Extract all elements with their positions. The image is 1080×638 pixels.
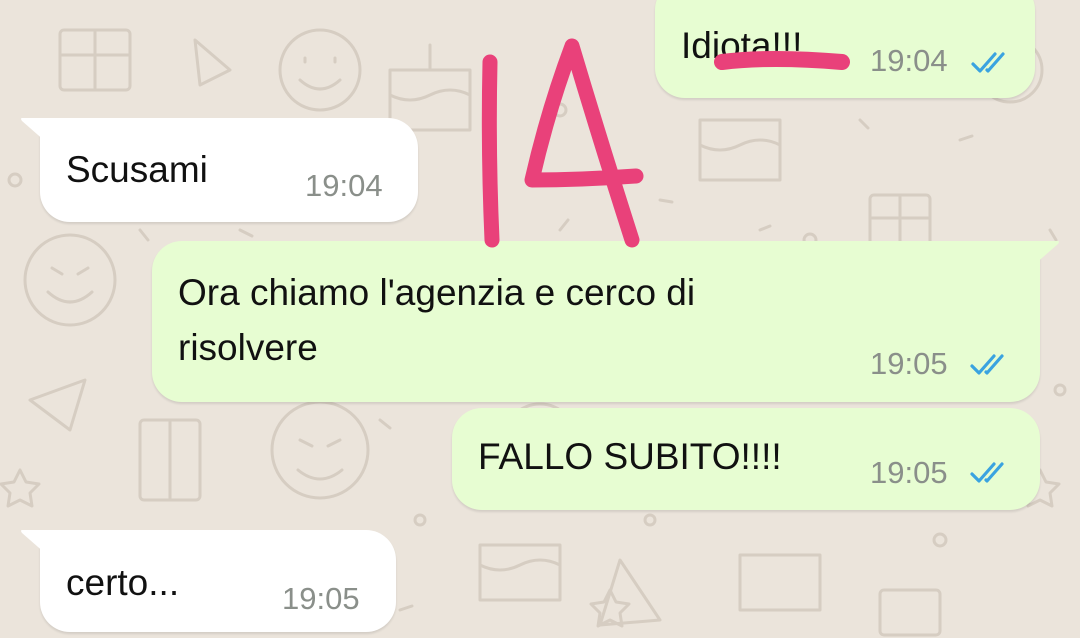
double-check-read-icon <box>971 52 1005 73</box>
message-time: 19:04 <box>870 43 948 78</box>
message-text: FALLO SUBITO!!!! <box>478 436 782 477</box>
message-text: Scusami <box>66 149 208 190</box>
message-incoming-2[interactable]: certo... 19:05 <box>21 530 396 632</box>
message-text: Ora chiamo l'agenzia e cerco di risolver… <box>178 272 696 368</box>
double-check-read-icon <box>970 354 1004 375</box>
message-time: 19:05 <box>870 455 948 490</box>
message-incoming-1[interactable]: Scusami 19:04 <box>21 118 418 222</box>
message-text: certo... <box>66 562 180 603</box>
message-text: Idiota!!! <box>681 25 803 66</box>
message-outgoing-1[interactable]: Idiota!!! 19:04 <box>655 0 1035 98</box>
bubble-tail <box>1034 241 1059 265</box>
bubble-tail <box>21 530 46 554</box>
message-outgoing-3[interactable]: FALLO SUBITO!!!! 19:05 <box>452 408 1040 510</box>
message-outgoing-2[interactable]: Ora chiamo l'agenzia e cerco di risolver… <box>152 241 1059 402</box>
message-time: 19:05 <box>282 581 360 616</box>
message-time: 19:05 <box>870 346 948 381</box>
message-time: 19:04 <box>305 168 383 203</box>
bubble-tail <box>21 118 46 142</box>
double-check-read-icon <box>970 462 1004 483</box>
